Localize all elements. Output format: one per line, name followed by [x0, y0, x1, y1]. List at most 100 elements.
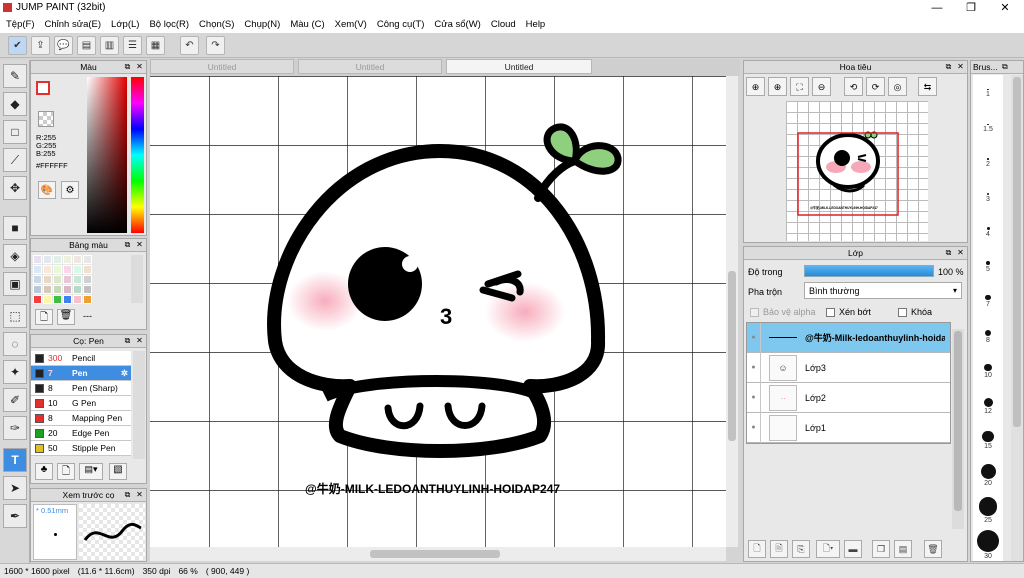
- rect-select-tool-icon[interactable]: □: [3, 120, 27, 144]
- merge-layer-icon[interactable]: ▤: [894, 540, 912, 558]
- vertical-scroll-thumb[interactable]: [728, 271, 736, 441]
- palette-swatch[interactable]: [73, 295, 82, 304]
- layer-menu-icon[interactable]: 🗋▾: [816, 540, 840, 558]
- pen-option-icon[interactable]: ▧: [109, 463, 127, 480]
- layer-row[interactable]: ● ∙∙ Lớp2: [747, 382, 950, 413]
- lasso-tool-icon[interactable]: ◌: [3, 332, 27, 356]
- brush-size-dot[interactable]: [983, 397, 993, 407]
- pen-item[interactable]: 20 Edge Pen: [31, 426, 131, 441]
- palette-swatch[interactable]: [53, 255, 62, 264]
- palette-swatch[interactable]: [63, 255, 72, 264]
- visibility-icon[interactable]: ●: [747, 382, 761, 413]
- tab-untitled-1[interactable]: Untitled: [150, 59, 294, 74]
- rotate-right-icon[interactable]: ⟳: [866, 77, 885, 96]
- zoom-in-step-icon[interactable]: ⊕: [768, 77, 787, 96]
- new-pen-icon[interactable]: 🗋: [57, 463, 75, 480]
- canvas-horizontal-scrollbar[interactable]: [150, 547, 726, 561]
- operation-tool-icon[interactable]: ➤: [3, 476, 27, 500]
- palette-swatch[interactable]: [63, 285, 72, 294]
- close-panel-icon[interactable]: ✕: [135, 490, 144, 499]
- duplicate-layer-icon[interactable]: ⎘: [792, 540, 810, 558]
- tab-untitled-3[interactable]: Untitled: [446, 59, 592, 74]
- comment-icon[interactable]: 💬: [54, 36, 73, 55]
- gear-icon[interactable]: ✲: [121, 368, 128, 379]
- popout-icon[interactable]: ⧉: [944, 62, 953, 71]
- bucket-tool-icon[interactable]: ◈: [3, 244, 27, 268]
- close-panel-icon[interactable]: ✕: [135, 62, 144, 71]
- palette-swatch[interactable]: [43, 295, 52, 304]
- fit-screen-icon[interactable]: ⛶: [790, 77, 809, 96]
- lock-checkbox[interactable]: [898, 307, 907, 317]
- palette-swatch[interactable]: [73, 275, 82, 284]
- flip-icon[interactable]: ⇆: [918, 77, 937, 96]
- canvas-vertical-scrollbar[interactable]: [726, 76, 738, 547]
- palette-swatch[interactable]: [53, 265, 62, 274]
- close-button[interactable]: ✕: [988, 0, 1022, 16]
- blend-mode-select[interactable]: Bình thường ▾: [804, 282, 962, 299]
- palette-swatch[interactable]: [73, 255, 82, 264]
- palette-swatch[interactable]: [83, 255, 92, 264]
- close-panel-icon[interactable]: ✕: [135, 240, 144, 249]
- folder-icon[interactable]: ▬: [844, 540, 862, 558]
- palette-swatch[interactable]: [83, 285, 92, 294]
- document-icon[interactable]: ▥: [100, 36, 119, 55]
- layer-row-selected[interactable]: ● @牛奶-Milk-ledoanthuylinh-hoidap247: [747, 322, 950, 353]
- pen-item[interactable]: 10 G Pen: [31, 396, 131, 411]
- palette-swatch[interactable]: [43, 275, 52, 284]
- close-panel-icon[interactable]: ✕: [956, 62, 965, 71]
- select-eraser-tool-icon[interactable]: ✑: [3, 416, 27, 440]
- zoom-in-icon[interactable]: ⊕: [746, 77, 765, 96]
- move-tool-icon[interactable]: ✥: [3, 176, 27, 200]
- lock-option[interactable]: Khóa: [898, 307, 932, 317]
- palette-swatch[interactable]: [33, 275, 42, 284]
- menu-file[interactable]: Tệp(F): [6, 19, 35, 30]
- pen-item[interactable]: 8 Mapping Pen: [31, 411, 131, 426]
- brush-size-dot[interactable]: [980, 463, 996, 479]
- protect-alpha-option[interactable]: Bảo vệ alpha: [750, 307, 816, 317]
- palette-swatch[interactable]: [73, 265, 82, 274]
- rotate-left-icon[interactable]: ⟲: [844, 77, 863, 96]
- menu-capture[interactable]: Chụp(N): [244, 19, 280, 30]
- undo-icon[interactable]: ↶: [180, 36, 199, 55]
- palette-scrollbar[interactable]: [131, 255, 143, 303]
- brush-size-dot[interactable]: [986, 261, 990, 266]
- palette-swatch[interactable]: [63, 265, 72, 274]
- menu-edit[interactable]: Chỉnh sửa(E): [45, 19, 102, 30]
- eyedropper-tool-icon[interactable]: ✒: [3, 504, 27, 528]
- tab-untitled-2[interactable]: Untitled: [298, 59, 442, 74]
- brush-size-dot[interactable]: [987, 88, 989, 91]
- brush-tool-icon[interactable]: ✎: [3, 64, 27, 88]
- menu-help[interactable]: Help: [526, 19, 546, 30]
- new-palette-icon[interactable]: 🗋: [35, 309, 53, 325]
- grid-icon[interactable]: ▦: [146, 36, 165, 55]
- pen-item[interactable]: 8 Pen (Sharp): [31, 381, 131, 396]
- visibility-icon[interactable]: ●: [747, 352, 761, 383]
- new-layer-icon[interactable]: 🗋: [748, 540, 766, 558]
- popout-icon[interactable]: ⧉: [123, 62, 132, 71]
- close-panel-icon[interactable]: ✕: [135, 336, 144, 345]
- layer-row[interactable]: ● ☺ Lớp3: [747, 352, 950, 383]
- gradient-tool-icon[interactable]: ▣: [3, 272, 27, 296]
- brush-size-dot[interactable]: [985, 295, 991, 301]
- menu-cloud[interactable]: Cloud: [491, 19, 516, 30]
- palette-settings-icon[interactable]: ⚙: [61, 181, 79, 199]
- share-icon[interactable]: ⇪: [31, 36, 50, 55]
- menu-window[interactable]: Cửa sổ(W): [434, 19, 480, 30]
- reset-rotation-icon[interactable]: ◎: [888, 77, 907, 96]
- horizontal-scroll-thumb[interactable]: [370, 550, 500, 558]
- line-tool-icon[interactable]: ⟋: [3, 148, 27, 172]
- brush-size-list[interactable]: 1 1.5 2 3 4 5 7 8 10 12 15 20 25 30: [973, 75, 1003, 561]
- palette-swatch[interactable]: [33, 255, 42, 264]
- layer-scrollbar[interactable]: [952, 329, 964, 529]
- clip-checkbox[interactable]: [826, 307, 835, 317]
- palette-swatch[interactable]: [43, 285, 52, 294]
- palette-swatch[interactable]: [83, 295, 92, 304]
- palette-swatch[interactable]: [53, 285, 62, 294]
- visibility-icon[interactable]: ●: [747, 412, 761, 443]
- brush-size-scrollbar[interactable]: [1011, 75, 1023, 561]
- check-icon[interactable]: ✔: [8, 36, 27, 55]
- copy-layer-icon[interactable]: ❐: [872, 540, 890, 558]
- message-icon[interactable]: ▤: [77, 36, 96, 55]
- menu-color[interactable]: Màu (C): [290, 19, 324, 30]
- popout-icon[interactable]: ⧉: [123, 336, 132, 345]
